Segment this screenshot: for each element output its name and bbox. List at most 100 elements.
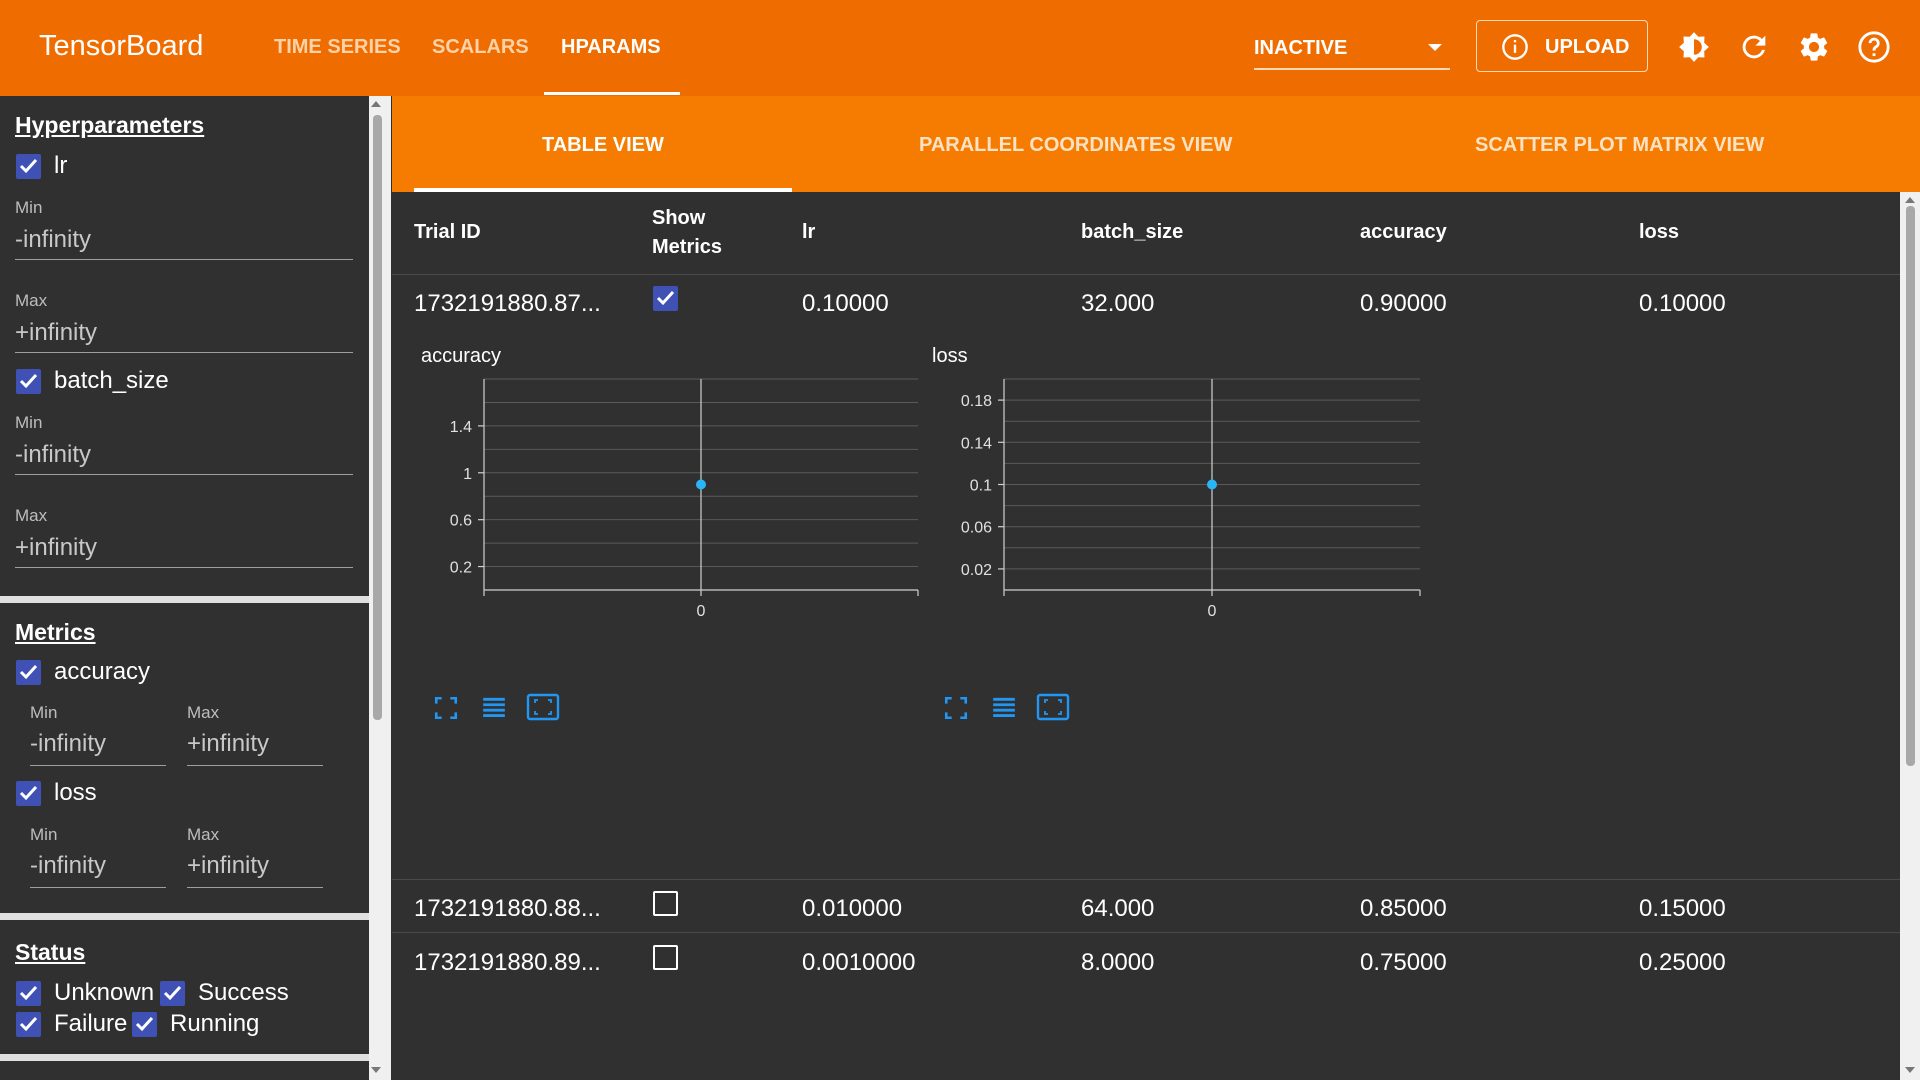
y-tick-label: 0.2: [450, 560, 472, 577]
row3-show-metrics-checkbox[interactable]: [653, 945, 678, 970]
y-tick-label: 0.14: [961, 435, 992, 452]
y-tick-label: 1.4: [450, 419, 472, 436]
scroll-up-arrow-icon[interactable]: [371, 101, 381, 107]
top-toolbar: TensorBoard TIME SERIES SCALARS HPARAMS …: [0, 0, 1920, 96]
tab-hparams[interactable]: HPARAMS: [561, 36, 661, 59]
scroll-down-arrow-icon[interactable]: [371, 1067, 381, 1073]
row1-show-metrics-checkbox[interactable]: [653, 286, 678, 311]
tab-time-series[interactable]: TIME SERIES: [274, 36, 401, 59]
show-metrics-header-line-2: Metrics: [652, 236, 723, 258]
batch-size-checkbox[interactable]: [16, 369, 41, 394]
accuracy-min-underline: [30, 765, 166, 766]
zoom-selection-icon[interactable]: [1036, 692, 1070, 722]
row2-show-metrics-checkbox[interactable]: [653, 891, 678, 916]
batch-size-max-input[interactable]: +infinity: [15, 534, 97, 562]
y-tick-label: 0.1: [970, 478, 992, 495]
check-icon: [19, 158, 38, 174]
theme-toggle-icon[interactable]: [1677, 30, 1711, 64]
settings-icon[interactable]: [1797, 30, 1831, 64]
lr-checkbox[interactable]: [16, 154, 41, 179]
row3-lr: 0.0010000: [802, 949, 916, 976]
column-header-loss[interactable]: loss: [1639, 218, 1679, 247]
run-state-select[interactable]: INACTIVE: [1254, 24, 1450, 70]
lr-max-input[interactable]: +infinity: [15, 319, 97, 347]
row2-batch-size: 64.000: [1081, 895, 1155, 922]
loss-max-label: Max: [187, 825, 220, 844]
accuracy-chart-title: accuracy: [421, 345, 502, 367]
column-header-lr[interactable]: lr: [802, 218, 815, 247]
status-running-checkbox[interactable]: [132, 1012, 157, 1037]
x-tick-label: 0: [1208, 603, 1217, 620]
tab-scatter-plot-matrix-view[interactable]: SCATTER PLOT MATRIX VIEW: [1475, 134, 1764, 157]
loss-min-input[interactable]: -infinity: [30, 852, 106, 880]
column-header-trial-id[interactable]: Trial ID: [414, 218, 481, 247]
chevron-down-icon: [1428, 44, 1442, 51]
column-header-show-metrics[interactable]: Show Metrics: [652, 204, 722, 262]
column-header-batch-size[interactable]: batch_size: [1081, 218, 1183, 247]
lr-min-underline: [15, 259, 353, 260]
accuracy-max-input[interactable]: +infinity: [187, 730, 269, 758]
row2-lr: 0.010000: [802, 895, 903, 922]
sidebar-scroll-thumb[interactable]: [373, 115, 382, 720]
accuracy-min-label: Min: [30, 703, 58, 722]
status-running-label: Running: [170, 1010, 260, 1037]
lr-max-label: Max: [15, 291, 48, 310]
help-icon[interactable]: [1857, 30, 1891, 64]
lr-max-underline: [15, 352, 353, 353]
log-scale-icon[interactable]: [990, 695, 1018, 721]
y-tick-label: 0.02: [961, 562, 992, 579]
run-state-value: INACTIVE: [1254, 37, 1348, 59]
hyperparameters-title: Hyperparameters: [15, 112, 205, 138]
active-tab-indicator: [544, 92, 680, 95]
lr-min-input[interactable]: -infinity: [15, 226, 91, 254]
status-success-label: Success: [198, 979, 289, 1006]
zoom-selection-icon[interactable]: [526, 692, 560, 722]
status-success-checkbox[interactable]: [160, 981, 185, 1006]
accuracy-metric-chart[interactable]: 0.2 0.6 1 1.4 0: [392, 372, 919, 692]
metrics-title: Metrics: [15, 619, 96, 645]
tab-parallel-coordinates-view[interactable]: PARALLEL COORDINATES VIEW: [919, 134, 1232, 157]
accuracy-checkbox[interactable]: [16, 660, 41, 685]
scroll-up-arrow-icon[interactable]: [1905, 197, 1915, 203]
batch-size-min-input[interactable]: -infinity: [15, 441, 91, 469]
x-tick-label: 0: [697, 603, 706, 620]
info-icon: [1502, 34, 1528, 60]
status-failure-label: Failure: [54, 1010, 128, 1037]
tab-table-view[interactable]: TABLE VIEW: [542, 134, 664, 157]
batch-size-max-label: Max: [15, 506, 48, 525]
scroll-down-arrow-icon[interactable]: [1905, 1067, 1915, 1073]
batch-size-max-underline: [15, 567, 353, 568]
main-scroll-thumb[interactable]: [1906, 206, 1915, 766]
loss-checkbox[interactable]: [16, 781, 41, 806]
column-header-accuracy[interactable]: accuracy: [1360, 218, 1447, 247]
check-icon: [163, 985, 182, 1001]
row2-accuracy: 0.85000: [1360, 895, 1447, 922]
accuracy-label: accuracy: [54, 658, 151, 685]
refresh-icon[interactable]: [1737, 30, 1771, 64]
accuracy-min-input[interactable]: -infinity: [30, 730, 106, 758]
upload-button[interactable]: UPLOAD: [1476, 20, 1648, 72]
section-divider: [0, 596, 370, 603]
status-failure-checkbox[interactable]: [16, 1012, 41, 1037]
loss-max-underline: [187, 887, 323, 888]
tab-scalars[interactable]: SCALARS: [432, 36, 529, 59]
data-point: [1207, 479, 1217, 490]
batch-size-label: batch_size: [54, 367, 169, 394]
upload-label: UPLOAD: [1545, 36, 1630, 58]
row-divider: [392, 932, 1904, 933]
log-scale-icon[interactable]: [480, 695, 508, 721]
loss-metric-chart[interactable]: 0.02 0.06 0.1 0.14 0.18 0: [912, 372, 1432, 692]
lr-label: lr: [54, 152, 68, 179]
show-metrics-header-line-1: Show: [652, 207, 706, 229]
row1-loss: 0.10000: [1639, 290, 1726, 317]
loss-max-input[interactable]: +infinity: [187, 852, 269, 880]
row2-loss: 0.15000: [1639, 895, 1726, 922]
row-divider: [392, 879, 1904, 880]
y-tick-label: 1: [463, 466, 472, 483]
row1-lr: 0.10000: [802, 290, 889, 317]
fit-domain-icon[interactable]: [433, 695, 459, 721]
data-point: [696, 479, 706, 490]
status-unknown-checkbox[interactable]: [16, 981, 41, 1006]
fit-domain-icon[interactable]: [943, 695, 969, 721]
row3-trial-id: 1732191880.89...: [414, 949, 601, 976]
